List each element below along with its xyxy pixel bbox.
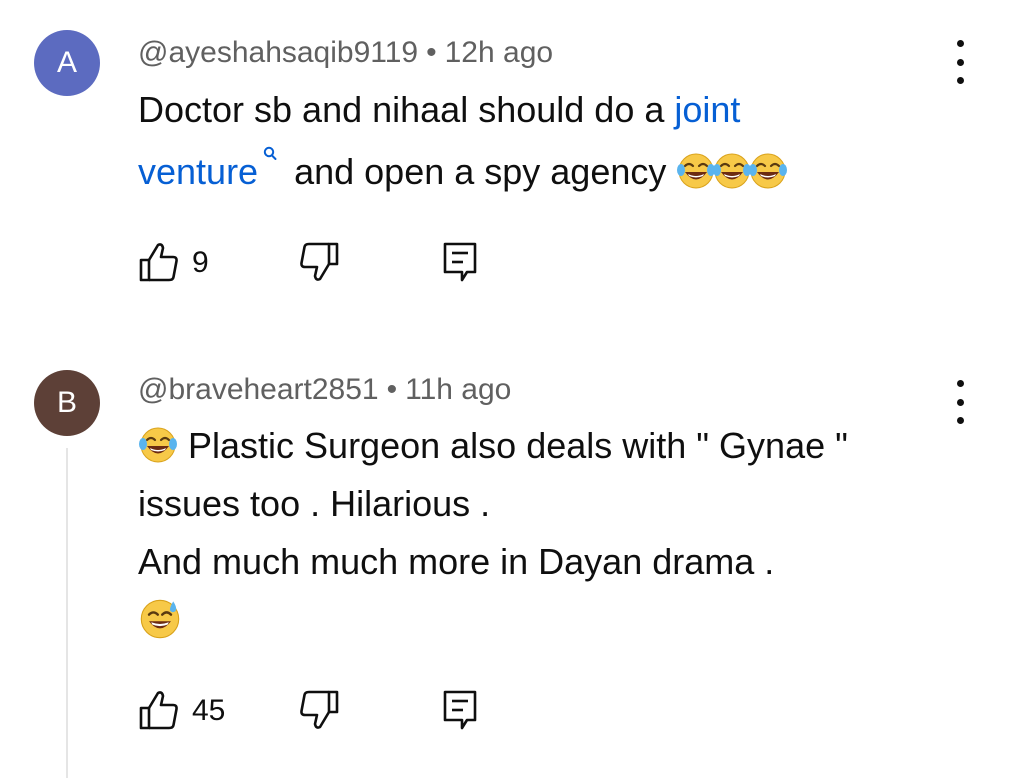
like-count: 45 xyxy=(192,694,226,727)
avatar[interactable]: A xyxy=(34,30,100,96)
author-handle[interactable]: @braveheart2851 xyxy=(138,373,379,406)
search-link[interactable]: venture xyxy=(138,151,258,192)
meta-separator: • xyxy=(426,36,437,69)
face-with-tears-of-joy-icon xyxy=(712,151,752,191)
face-with-tears-of-joy-icon xyxy=(676,151,716,191)
comment-item: B @braveheart2851 • 11h ago Plastic Surgeo… xyxy=(0,340,1024,778)
avatar[interactable]: B xyxy=(34,370,100,436)
comment-text-part: and open a spy agency xyxy=(284,151,677,192)
comment-time: 12h ago xyxy=(444,36,554,69)
comment-item: A @ayeshahsaqib9119 • 12h ago Doctor sb an… xyxy=(0,0,1024,330)
thumbs-up-icon[interactable] xyxy=(138,240,180,284)
comment-text: Plastic Surgeon also deals with " Gynae … xyxy=(138,417,958,649)
search-link[interactable]: joint xyxy=(674,89,740,130)
meta-separator: • xyxy=(386,373,398,406)
comment-text-part: Doctor sb and nihaal should do a xyxy=(138,89,675,130)
face-with-tears-of-joy-icon xyxy=(748,151,788,191)
thumbs-down-icon[interactable] xyxy=(298,688,340,732)
thread-line xyxy=(66,448,68,778)
comment-meta: @ayeshahsaqib9119 • 12h ago xyxy=(138,36,553,70)
comment-text-line: And much much more in Dayan drama . xyxy=(138,541,775,582)
grinning-face-with-sweat-icon xyxy=(138,597,182,641)
comment-text-line: issues too . Hilarious . xyxy=(138,483,491,524)
reply-icon[interactable] xyxy=(442,688,478,732)
comment-meta: @braveheart2851 • 11h ago xyxy=(138,373,511,407)
more-vertical-icon[interactable] xyxy=(948,40,972,84)
comment-time: 11h ago xyxy=(405,373,512,406)
comment-text-line: Plastic Surgeon also deals with " Gynae … xyxy=(178,425,848,466)
reply-icon[interactable] xyxy=(442,240,478,284)
like-count: 9 xyxy=(192,246,209,279)
comment-text: Doctor sb and nihaal should do a joint v… xyxy=(138,79,958,203)
face-with-tears-of-joy-icon xyxy=(138,425,178,465)
author-handle[interactable]: @ayeshahsaqib9119 xyxy=(138,36,418,69)
thumbs-up-icon[interactable] xyxy=(138,688,180,732)
thumbs-down-icon[interactable] xyxy=(298,240,340,284)
search-icon[interactable] xyxy=(262,145,278,167)
